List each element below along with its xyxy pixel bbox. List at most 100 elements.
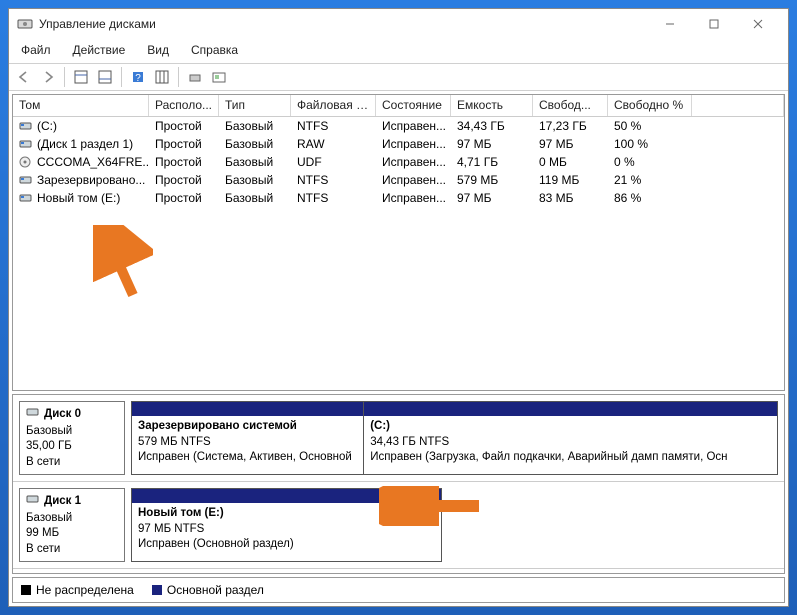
volume-icon [19, 156, 33, 168]
table-row[interactable]: Зарезервировано... ПростойБазовыйNTFSИспр… [13, 171, 784, 189]
cell-freepct: 86 % [608, 190, 692, 206]
volume-rows: (C:)ПростойБазовыйNTFSИсправен...34,43 Г… [13, 117, 784, 390]
col-layout[interactable]: Располо... [149, 95, 219, 116]
titlebar: Управление дисками [9, 9, 788, 39]
cell-fs: RAW [291, 136, 376, 152]
legend-unallocated-label: Не распределена [36, 583, 134, 597]
volume-icon [19, 192, 33, 204]
disk-info[interactable]: Диск 1Базовый99 МБВ сети [19, 488, 125, 562]
partition-status: Исправен (Загрузка, Файл подкачки, Авари… [370, 450, 771, 466]
toolbar: ? [9, 63, 788, 91]
disk-type: Базовый [26, 511, 118, 527]
volume-name: (Диск 1 раздел 1) [37, 137, 133, 151]
view-top-icon[interactable] [70, 66, 92, 88]
partition[interactable]: Зарезервировано системой579 МБ NTFSИспра… [132, 402, 364, 474]
help-icon[interactable]: ? [127, 66, 149, 88]
disk-icon [26, 493, 40, 511]
cell-type: Базовый [219, 190, 291, 206]
volume-name: (C:) [37, 119, 57, 133]
cell-type: Базовый [219, 136, 291, 152]
cell-status: Исправен... [376, 136, 451, 152]
partition-title: (C:) [370, 419, 771, 435]
legend-primary: Основной раздел [152, 583, 264, 597]
cell-status: Исправен... [376, 172, 451, 188]
partition[interactable]: (C:)34,43 ГБ NTFSИсправен (Загрузка, Фай… [364, 402, 777, 474]
partition-title: Новый том (E:) [138, 506, 435, 522]
partition[interactable]: Новый том (E:)97 МБ NTFSИсправен (Основн… [132, 489, 441, 561]
menu-file[interactable]: Файл [17, 41, 55, 59]
cell-fs: NTFS [291, 190, 376, 206]
cell-layout: Простой [149, 172, 219, 188]
legend-unallocated: Не распределена [21, 583, 134, 597]
disk-graph-pane: Диск 0Базовый35,00 ГБВ сетиЗарезервирова… [12, 394, 785, 574]
menu-action[interactable]: Действие [69, 41, 130, 59]
cell-status: Исправен... [376, 190, 451, 206]
col-filesystem[interactable]: Файловая с... [291, 95, 376, 116]
disk-info[interactable]: Диск 0Базовый35,00 ГБВ сети [19, 401, 125, 475]
partition-cap [364, 402, 777, 416]
disk-type: Базовый [26, 424, 118, 440]
cell-freepct: 100 % [608, 136, 692, 152]
toolbar-separator [64, 67, 65, 87]
disk-row: Диск 1Базовый99 МБВ сетиНовый том (E:)97… [13, 482, 784, 569]
legend: Не распределена Основной раздел [12, 577, 785, 603]
cell-freepct: 50 % [608, 118, 692, 134]
back-button[interactable] [13, 66, 35, 88]
app-icon [17, 16, 33, 32]
col-capacity[interactable]: Емкость [451, 95, 533, 116]
col-freepct[interactable]: Свободно % [608, 95, 692, 116]
partition-cap [132, 402, 363, 416]
menu-view[interactable]: Вид [143, 41, 173, 59]
disk-name: Диск 0 [44, 407, 81, 423]
swatch-unallocated-icon [21, 585, 31, 595]
minimize-button[interactable] [648, 10, 692, 38]
window-title: Управление дисками [39, 17, 156, 31]
cell-layout: Простой [149, 136, 219, 152]
settings-icon[interactable] [151, 66, 173, 88]
disk-row: Диск 0Базовый35,00 ГБВ сетиЗарезервирова… [13, 395, 784, 482]
cell-capacity: 97 МБ [451, 190, 533, 206]
table-row[interactable]: (Диск 1 раздел 1) ПростойБазовыйRAWИсправ… [13, 135, 784, 153]
partition-status: Исправен (Система, Активен, Основной [138, 450, 357, 466]
col-status[interactable]: Состояние [376, 95, 451, 116]
cell-layout: Простой [149, 154, 219, 170]
disk-status: В сети [26, 542, 118, 558]
partition-row: Зарезервировано системой579 МБ NTFSИспра… [131, 401, 778, 475]
action-icon-2[interactable] [208, 66, 230, 88]
maximize-button[interactable] [692, 10, 736, 38]
col-volume[interactable]: Том [13, 95, 149, 116]
action-icon-1[interactable] [184, 66, 206, 88]
cell-fs: UDF [291, 154, 376, 170]
table-row[interactable]: (C:)ПростойБазовыйNTFSИсправен...34,43 Г… [13, 117, 784, 135]
col-type[interactable]: Тип [219, 95, 291, 116]
view-bottom-icon[interactable] [94, 66, 116, 88]
partition-size: 34,43 ГБ NTFS [370, 435, 771, 451]
volume-name: Зарезервировано... [37, 173, 145, 187]
cell-fs: NTFS [291, 118, 376, 134]
menubar: Файл Действие Вид Справка [9, 39, 788, 63]
cell-capacity: 579 МБ [451, 172, 533, 188]
table-row[interactable]: CCCOMA_X64FRE...ПростойБазовыйUDFИсправе… [13, 153, 784, 171]
forward-button[interactable] [37, 66, 59, 88]
cell-free: 0 МБ [533, 154, 608, 170]
cell-capacity: 97 МБ [451, 136, 533, 152]
window-buttons [648, 10, 780, 38]
partition-size: 579 МБ NTFS [138, 435, 357, 451]
partition-size: 97 МБ NTFS [138, 522, 435, 538]
menu-help[interactable]: Справка [187, 41, 242, 59]
volume-icon [19, 174, 33, 186]
toolbar-separator [121, 67, 122, 87]
close-button[interactable] [736, 10, 780, 38]
volume-icon [19, 120, 33, 132]
cell-capacity: 34,43 ГБ [451, 118, 533, 134]
partition-title: Зарезервировано системой [138, 419, 357, 435]
volume-icon [19, 138, 33, 150]
table-row[interactable]: Новый том (E:)ПростойБазовыйNTFSИсправен… [13, 189, 784, 207]
disk-status: В сети [26, 455, 118, 471]
cell-freepct: 21 % [608, 172, 692, 188]
column-headers: Том Располо... Тип Файловая с... Состоян… [13, 95, 784, 117]
col-free[interactable]: Свобод... [533, 95, 608, 116]
cell-type: Базовый [219, 172, 291, 188]
cell-fs: NTFS [291, 172, 376, 188]
volume-name: CCCOMA_X64FRE... [37, 155, 149, 169]
